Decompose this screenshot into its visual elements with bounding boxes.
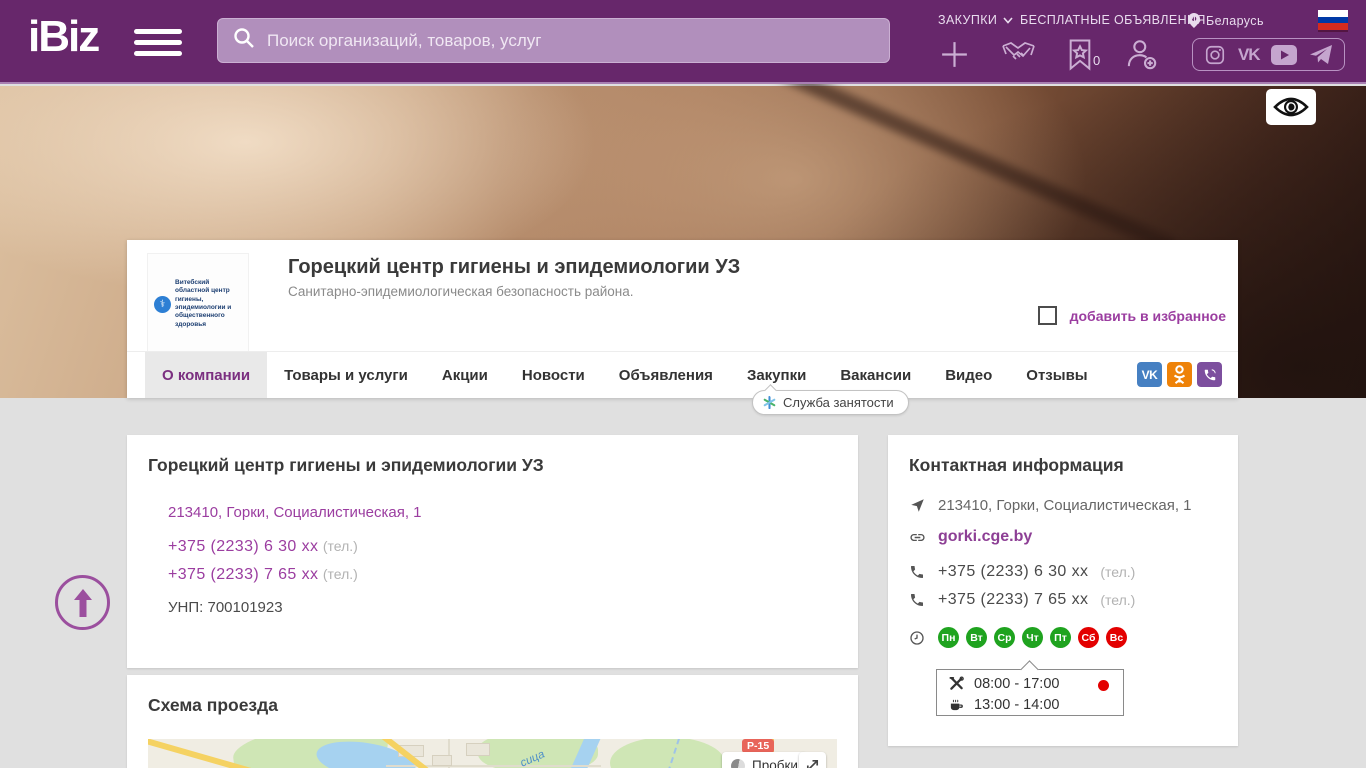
contact-heading: Контактная информация <box>909 455 1124 476</box>
break-hours: 13:00 - 14:00 <box>974 697 1059 713</box>
nav-zakupki[interactable]: ЗАКУПКИ <box>938 13 1013 27</box>
day-badge[interactable]: Пт <box>1050 627 1071 648</box>
nav-free-ads[interactable]: БЕСПЛАТНЫЕ ОБЪЯВЛЕНИЯ <box>1020 13 1206 27</box>
vk-share-button[interactable]: VK <box>1137 362 1162 387</box>
page: iBiz ЗАКУПКИ БЕСПЛАТНЫЕ ОБЪЯВЛЕНИЯ Белар… <box>0 0 1366 768</box>
favorite-label: добавить в избранное <box>1070 308 1226 324</box>
search-icon <box>232 26 256 55</box>
viber-button[interactable] <box>1197 362 1222 387</box>
tab-about[interactable]: О компании <box>145 352 267 398</box>
day-badge-selected[interactable]: Чт <box>1022 627 1043 648</box>
company-title: Горецкий центр гигиены и эпидемиологии У… <box>288 256 740 279</box>
company-website-link[interactable]: gorki.cge.by <box>938 528 1032 546</box>
search-bar <box>217 18 890 63</box>
telegram-icon[interactable] <box>1309 44 1333 66</box>
favorite-checkbox[interactable] <box>1038 306 1057 325</box>
arrow-up-icon <box>72 589 94 617</box>
nav-country[interactable]: Беларусь <box>1188 13 1264 28</box>
tools-icon <box>949 676 964 691</box>
phone-note: (тел.) <box>323 538 358 554</box>
favorites-count: 0 <box>1093 53 1100 68</box>
about-phone-1[interactable]: +375 (2233) 6 30 xx <box>168 538 318 555</box>
closed-now-indicator <box>1098 680 1109 691</box>
vk-icon[interactable]: VK <box>1238 45 1260 65</box>
company-social-buttons: VK <box>1137 362 1222 387</box>
traffic-button[interactable]: Пробки <box>722 752 807 768</box>
phone-icon <box>908 564 926 580</box>
company-logo-mark-icon: ⚕ <box>154 296 171 313</box>
traffic-icon <box>731 759 745 768</box>
vacancy-tooltip: Служба занятости <box>752 390 909 415</box>
instagram-icon[interactable] <box>1204 44 1226 66</box>
contact-phone-1: +375 (2233) 6 30 xx <box>938 563 1088 581</box>
road-badge: Р-15 <box>742 739 774 753</box>
nav-arrow-icon <box>908 498 926 513</box>
location-pin-icon <box>1188 13 1200 28</box>
company-logo: ⚕ Витебский областной центр гигиены, эпи… <box>147 253 249 355</box>
tab-ads[interactable]: Объявления <box>602 352 730 398</box>
company-subtitle: Санитарно-эпидемиологическая безопасност… <box>288 284 634 299</box>
favorites-bookmark-icon[interactable] <box>1066 38 1094 76</box>
eye-icon <box>1273 95 1309 119</box>
add-to-favorites[interactable]: добавить в избранное <box>1038 306 1226 325</box>
header: iBiz ЗАКУПКИ БЕСПЛАТНЫЕ ОБЪЯВЛЕНИЯ Белар… <box>0 0 1366 84</box>
work-hours: 08:00 - 17:00 <box>974 676 1059 692</box>
phone-note: (тел.) <box>1100 564 1135 580</box>
about-phone-2[interactable]: +375 (2233) 7 65 xx <box>168 566 318 583</box>
company-unp: УНП: 700101923 <box>168 599 283 616</box>
add-company-icon[interactable] <box>938 38 971 76</box>
vacancy-tooltip-label: Служба занятости <box>783 395 894 410</box>
contact-address: 213410, Горки, Социалистическая, 1 <box>938 497 1192 514</box>
company-logo-caption: Витебский областной центр гигиены, эпиде… <box>175 279 242 330</box>
chevron-down-icon <box>1003 17 1013 24</box>
company-tabs: О компании Товары и услуги Акции Новости… <box>127 351 1238 398</box>
day-badge[interactable]: Пн <box>938 627 959 648</box>
contact-info-card: Контактная информация 213410, Горки, Соц… <box>888 435 1238 746</box>
tab-reviews[interactable]: Отзывы <box>1009 352 1104 398</box>
tab-products[interactable]: Товары и услуги <box>267 352 425 398</box>
day-badge[interactable]: Сб <box>1078 627 1099 648</box>
menu-icon[interactable] <box>134 29 182 57</box>
tab-video[interactable]: Видео <box>928 352 1009 398</box>
site-logo[interactable]: iBiz <box>28 12 98 62</box>
about-heading: Горецкий центр гигиены и эпидемиологии У… <box>148 455 544 476</box>
coffee-cup-icon <box>949 697 964 712</box>
link-icon <box>908 529 926 546</box>
company-card: ⚕ Витебский областной центр гигиены, эпи… <box>127 240 1238 398</box>
map-expand-button[interactable] <box>799 752 826 768</box>
about-address-link[interactable]: 213410, Горки, Социалистическая, 1 <box>168 504 422 521</box>
expand-icon <box>805 758 820 768</box>
profile-add-icon[interactable] <box>1124 37 1158 76</box>
ok-share-button[interactable] <box>1167 362 1192 387</box>
working-days: Пн Вт Ср Чт Пт Сб Вс <box>938 627 1127 648</box>
back-to-top-button[interactable] <box>55 575 110 630</box>
phone-note: (тел.) <box>1100 592 1135 608</box>
phone-icon <box>908 592 926 608</box>
map-heading: Схема проезда <box>148 695 278 716</box>
employment-service-icon <box>763 396 776 409</box>
handshake-icon[interactable] <box>1000 40 1037 75</box>
tab-news[interactable]: Новости <box>505 352 602 398</box>
map-canvas[interactable]: сица Р-15 Пробки <box>148 739 837 768</box>
accessibility-eye-button[interactable] <box>1266 89 1316 125</box>
russia-flag-icon[interactable] <box>1318 10 1348 30</box>
day-badge[interactable]: Ср <box>994 627 1015 648</box>
about-card: Горецкий центр гигиены и эпидемиологии У… <box>127 435 858 668</box>
map-card: Схема проезда сица Р-15 Пробки <box>127 675 858 768</box>
youtube-icon[interactable] <box>1271 45 1297 65</box>
traffic-label: Пробки <box>752 758 798 768</box>
working-hours-popup: 08:00 - 17:00 13:00 - 14:00 <box>936 669 1124 716</box>
contact-phone-2: +375 (2233) 7 65 xx <box>938 591 1088 609</box>
phone-note: (тел.) <box>323 566 358 582</box>
search-input[interactable] <box>267 31 875 51</box>
day-badge[interactable]: Вт <box>966 627 987 648</box>
clock-icon <box>908 630 926 646</box>
day-badge[interactable]: Вс <box>1106 627 1127 648</box>
tab-promos[interactable]: Акции <box>425 352 505 398</box>
header-social-links: VK <box>1192 38 1345 71</box>
